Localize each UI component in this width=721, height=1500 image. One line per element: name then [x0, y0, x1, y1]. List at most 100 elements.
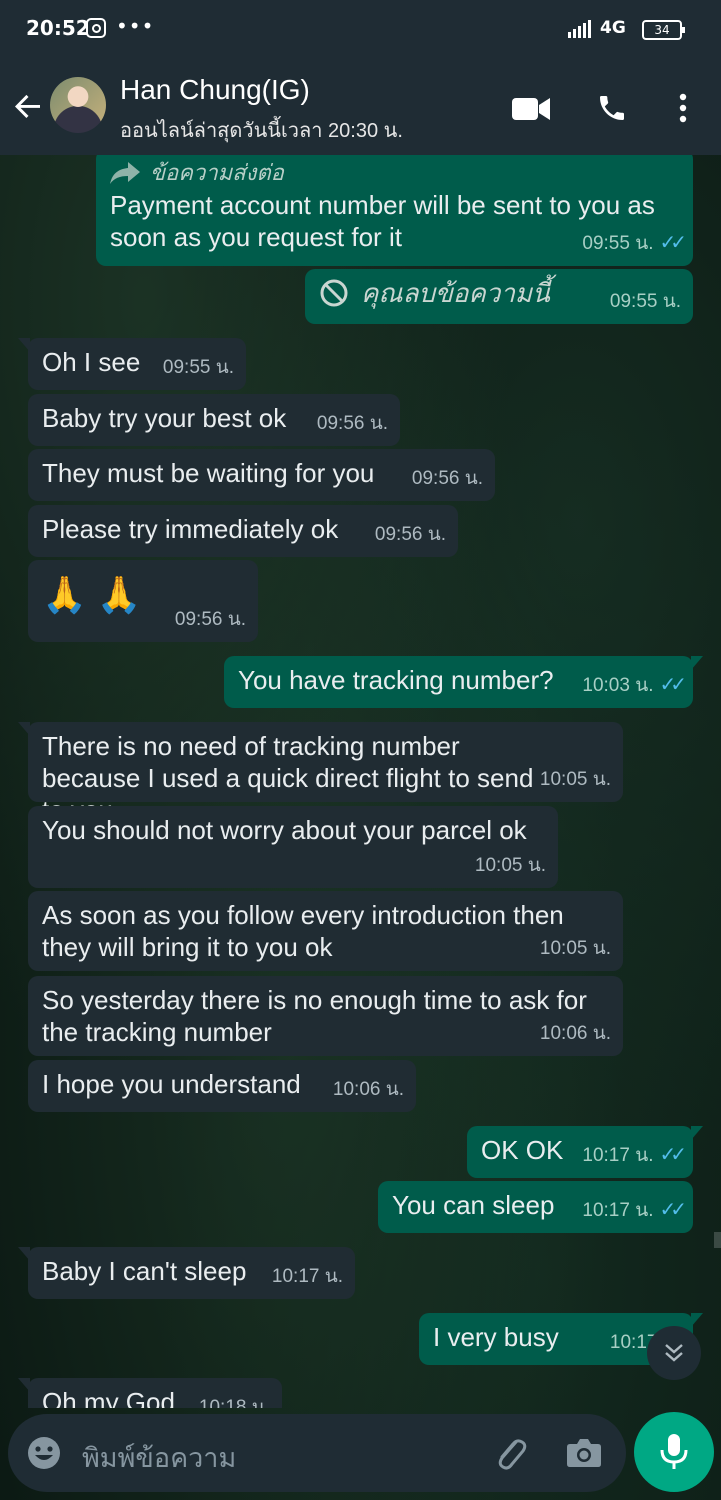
message-time: 10:05 น.: [474, 855, 546, 876]
message-text: Oh my God: [42, 1387, 175, 1408]
message-meta: 10:03 น. ✓✓: [582, 669, 686, 702]
read-ticks-icon: ✓✓: [659, 1199, 686, 1221]
message-time: 10:17 น.: [582, 1200, 654, 1221]
message-meta: 09:56 น.: [375, 519, 446, 551]
message-list[interactable]: ข้อความส่งต่อ Payment account number wil…: [0, 155, 721, 1408]
message-time: 10:06 น.: [332, 1079, 404, 1100]
forwarded-label-text: ข้อความส่งต่อ: [150, 160, 284, 185]
message-incoming[interactable]: So yesterday there is no enough time to …: [28, 976, 623, 1056]
message-meta: 10:06 น.: [540, 1018, 611, 1050]
message-meta: 09:55 น. ✓✓: [582, 227, 686, 260]
contact-last-seen[interactable]: ออนไลน์ล่าสุดวันนี้เวลา 20:30 น.: [120, 114, 403, 146]
more-notifications-icon: •••: [116, 14, 155, 38]
message-text: OK OK: [481, 1135, 564, 1165]
message-meta: 10:17 น.: [272, 1261, 343, 1293]
message-meta: 10:17 น. ✓✓: [582, 1194, 686, 1227]
message-incoming[interactable]: As soon as you follow every introduction…: [28, 891, 623, 971]
message-meta: 10:05 น.: [540, 933, 611, 965]
message-incoming[interactable]: They must be waiting for you 09:56 น.: [28, 449, 495, 501]
message-meta: 09:56 น.: [317, 408, 388, 440]
message-time: 10:05 น.: [539, 938, 611, 959]
network-type: 4G: [600, 18, 626, 38]
message-incoming[interactable]: Please try immediately ok 09:56 น.: [28, 505, 458, 557]
message-meta: 09:55 น.: [163, 352, 234, 384]
message-text: So yesterday there is no enough time to …: [42, 985, 587, 1047]
message-text: Please try immediately ok: [42, 514, 339, 544]
message-time: 09:56 น.: [411, 468, 483, 489]
message-input[interactable]: พิมพ์ข้อความ: [82, 1436, 236, 1479]
instagram-icon: [86, 18, 106, 38]
message-meta: 10:05 น.: [540, 764, 611, 796]
message-meta: 10:17 น. ✓✓: [582, 1139, 686, 1172]
message-composer: พิมพ์ข้อความ: [8, 1414, 626, 1492]
message-text: I very busy: [433, 1322, 559, 1352]
message-incoming[interactable]: Oh I see 09:55 น.: [18, 338, 246, 390]
message-text: Baby try your best ok: [42, 403, 287, 433]
message-time: 09:55 น.: [582, 233, 654, 254]
message-meta: 10:05 น.: [475, 850, 546, 882]
status-bar: 20:52 ••• 4G 34: [0, 0, 721, 60]
voice-record-button[interactable]: [634, 1412, 714, 1492]
message-outgoing[interactable]: You have tracking number? 10:03 น. ✓✓: [224, 656, 703, 708]
message-incoming[interactable]: Baby I can't sleep 10:17 น.: [18, 1247, 355, 1299]
message-outgoing[interactable]: OK OK 10:17 น. ✓✓: [467, 1126, 703, 1178]
message-incoming[interactable]: I hope you understand 10:06 น.: [28, 1060, 416, 1112]
attach-icon[interactable]: [492, 1434, 528, 1472]
message-emoji: 🙏 🙏: [42, 574, 142, 615]
forwarded-label: ข้อความส่งต่อ: [110, 157, 679, 189]
message-time: 10:03 น.: [582, 675, 654, 696]
message-meta: 09:56 น.: [412, 463, 483, 495]
message-time: 10:18 น.: [198, 1397, 270, 1408]
message-time: 09:55 น.: [609, 291, 681, 312]
message-text: They must be waiting for you: [42, 458, 375, 488]
scroll-to-bottom-button[interactable]: [647, 1326, 701, 1380]
message-outgoing-deleted[interactable]: คุณลบข้อความนี้ 09:55 น.: [305, 269, 693, 324]
camera-icon[interactable]: [566, 1436, 602, 1468]
voice-call-icon[interactable]: [596, 92, 628, 124]
message-text: You should not worry about your parcel o…: [42, 815, 527, 845]
message-time: 09:56 น.: [316, 413, 388, 434]
message-meta: 10:18 น.: [199, 1392, 270, 1408]
message-text: As soon as you follow every introduction…: [42, 900, 564, 962]
message-text: You have tracking number?: [238, 665, 554, 695]
message-time: 09:56 น.: [174, 609, 246, 630]
signal-icon: [568, 20, 591, 38]
message-time: 10:17 น.: [271, 1266, 343, 1287]
message-outgoing-forwarded[interactable]: ข้อความส่งต่อ Payment account number wil…: [96, 155, 693, 266]
scroll-indicator[interactable]: [714, 1232, 721, 1248]
message-meta: 09:55 น.: [610, 286, 681, 318]
message-incoming[interactable]: You should not worry about your parcel o…: [28, 806, 558, 888]
deleted-text: คุณลบข้อความนี้: [361, 278, 550, 308]
message-time: 10:17 น.: [582, 1145, 654, 1166]
contact-name[interactable]: Han Chung(IG): [120, 74, 310, 106]
battery-icon: 34: [642, 20, 685, 40]
message-incoming[interactable]: Oh my God 10:18 น.: [18, 1378, 282, 1408]
chat-header: Han Chung(IG) ออนไลน์ล่าสุดวันนี้เวลา 20…: [0, 60, 721, 155]
double-chevron-down-icon: [665, 1344, 683, 1362]
emoji-icon[interactable]: [26, 1435, 62, 1471]
more-options-icon[interactable]: [676, 92, 690, 124]
message-time: 09:56 น.: [374, 524, 446, 545]
message-time: 09:55 น.: [162, 357, 234, 378]
message-outgoing[interactable]: You can sleep 10:17 น. ✓✓: [378, 1181, 693, 1233]
video-call-icon[interactable]: [512, 96, 550, 122]
blocked-icon: [320, 279, 348, 307]
message-meta: 10:06 น.: [333, 1074, 404, 1106]
back-arrow-icon[interactable]: [12, 90, 44, 122]
message-incoming-emoji[interactable]: 🙏 🙏 09:56 น.: [28, 560, 258, 642]
read-ticks-icon: ✓✓: [659, 674, 686, 696]
contact-avatar[interactable]: [50, 77, 106, 133]
message-incoming[interactable]: There is no need of tracking number beca…: [18, 722, 623, 825]
read-ticks-icon: ✓✓: [659, 232, 686, 254]
microphone-icon: [660, 1434, 688, 1469]
message-text: Baby I can't sleep: [42, 1256, 247, 1286]
message-text: Oh I see: [42, 347, 141, 377]
read-ticks-icon: ✓✓: [659, 1144, 686, 1166]
message-text: I hope you understand: [42, 1069, 301, 1099]
message-time: 10:06 น.: [539, 1023, 611, 1044]
message-time: 10:05 น.: [539, 769, 611, 790]
message-meta: 09:56 น.: [175, 604, 246, 636]
status-time: 20:52: [26, 16, 90, 40]
message-incoming[interactable]: Baby try your best ok 09:56 น.: [28, 394, 400, 446]
forward-arrow-icon: [110, 162, 140, 184]
